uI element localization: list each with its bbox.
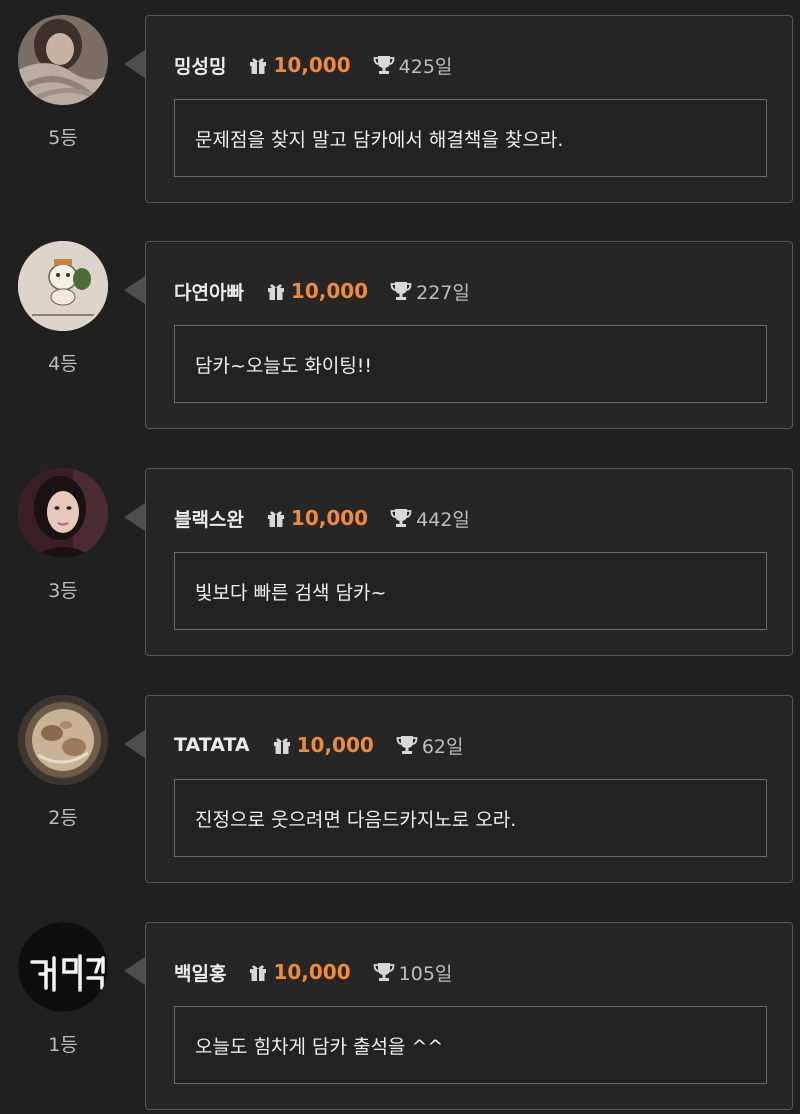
comment-box: 담카~오늘도 화이팅!!	[174, 325, 767, 403]
card-pointer	[124, 276, 145, 304]
gift-amount: 10,000	[290, 506, 369, 530]
entry-meta: 다연아빠 10,000 227일	[174, 278, 470, 304]
rank-label: 3등	[48, 580, 78, 602]
entry-meta: 백일홍 10,000 105일	[174, 959, 452, 985]
comment-text: 문제점을 찾지 말고 담카에서 해결책을 찾으라.	[195, 128, 564, 151]
gift-icon	[250, 965, 267, 981]
comment-text: 오늘도 힘차게 담카 출석을 ^^	[195, 1035, 444, 1058]
user-name[interactable]: 블랙스완	[174, 505, 244, 532]
gift-amount: 10,000	[273, 53, 351, 77]
attendance-entry: 5등 밍성밍 10,000 425일 문제점을 찾지 말고 담카에서 해결책을 …	[0, 15, 800, 207]
comment-card: 블랙스완 10,000 442일 빛보다 빠른 검색 담카~	[145, 468, 793, 656]
card-pointer	[124, 957, 145, 985]
avatar-photo	[18, 241, 108, 331]
attendance-entry: 4등 다연아빠 10,000 227일 담카~오늘도 화이팅!!	[0, 241, 800, 433]
attendance-days: 442일	[416, 508, 470, 531]
trophy-icon	[373, 963, 395, 981]
trophy-icon	[396, 736, 418, 754]
attendance-entry: 2등 TATATA 10,000 62일 진정으로 웃으려면 다음드카지노로 오…	[0, 695, 800, 887]
gift-amount: 10,000	[273, 960, 351, 984]
comment-box: 오늘도 힘차게 담카 출석을 ^^	[174, 1006, 767, 1084]
user-name[interactable]: 백일홍	[174, 959, 226, 986]
entry-meta: TATATA 10,000 62일	[174, 732, 463, 758]
comment-card: 다연아빠 10,000 227일 담카~오늘도 화이팅!!	[145, 241, 793, 429]
rank-label: 5등	[48, 127, 78, 149]
user-name[interactable]: TATATA	[174, 734, 250, 756]
comment-box: 문제점을 찾지 말고 담카에서 해결책을 찾으라.	[174, 99, 767, 177]
comment-text: 빛보다 빠른 검색 담카~	[195, 581, 387, 604]
avatar-photo	[18, 695, 108, 785]
attendance-entry: 1등 백일홍 10,000 105일 오늘도 힘차게 담카 출석을 ^^	[0, 922, 800, 1114]
attendance-days: 105일	[398, 962, 453, 985]
avatar-photo	[18, 468, 108, 558]
comment-card: TATATA 10,000 62일 진정으로 웃으려면 다음드카지노로 오라.	[145, 695, 793, 883]
comment-box: 진정으로 웃으려면 다음드카지노로 오라.	[174, 779, 767, 857]
avatar[interactable]	[18, 922, 108, 1012]
entry-meta: 밍성밍 10,000 425일	[174, 52, 452, 78]
comment-text: 담카~오늘도 화이팅!!	[195, 354, 373, 377]
avatar[interactable]	[18, 241, 108, 331]
attendance-days: 227일	[416, 281, 470, 304]
rank-label: 1등	[48, 1034, 78, 1056]
gift-icon	[250, 58, 267, 74]
avatar[interactable]	[18, 15, 108, 105]
attendance-days: 62일	[421, 735, 464, 758]
user-name[interactable]: 다연아빠	[174, 278, 244, 305]
comment-text: 진정으로 웃으려면 다음드카지노로 오라.	[195, 808, 517, 831]
gift-icon	[273, 738, 290, 754]
trophy-icon	[390, 282, 412, 300]
attendance-days: 425일	[398, 55, 453, 78]
attendance-entry: 3등 블랙스완 10,000 442일 빛보다 빠른 검색 담카~	[0, 468, 800, 660]
avatar[interactable]	[18, 468, 108, 558]
card-pointer	[124, 503, 145, 531]
rank-label: 2등	[48, 807, 78, 829]
trophy-icon	[390, 509, 412, 527]
rank-label: 4등	[48, 353, 78, 375]
card-pointer	[124, 730, 145, 758]
comment-card: 백일홍 10,000 105일 오늘도 힘차게 담카 출석을 ^^	[145, 922, 793, 1110]
entry-meta: 블랙스완 10,000 442일	[174, 505, 470, 531]
avatar[interactable]	[18, 695, 108, 785]
comment-box: 빛보다 빠른 검색 담카~	[174, 552, 767, 630]
comment-card: 밍성밍 10,000 425일 문제점을 찾지 말고 담카에서 해결책을 찾으라…	[145, 15, 793, 203]
gift-icon	[267, 511, 284, 527]
user-name[interactable]: 밍성밍	[174, 52, 226, 79]
avatar-photo	[18, 15, 108, 105]
gift-icon	[267, 284, 284, 300]
card-pointer	[124, 50, 145, 78]
gift-amount: 10,000	[290, 279, 369, 303]
avatar-photo	[18, 922, 108, 1012]
trophy-icon	[373, 56, 395, 74]
gift-amount: 10,000	[296, 733, 374, 757]
